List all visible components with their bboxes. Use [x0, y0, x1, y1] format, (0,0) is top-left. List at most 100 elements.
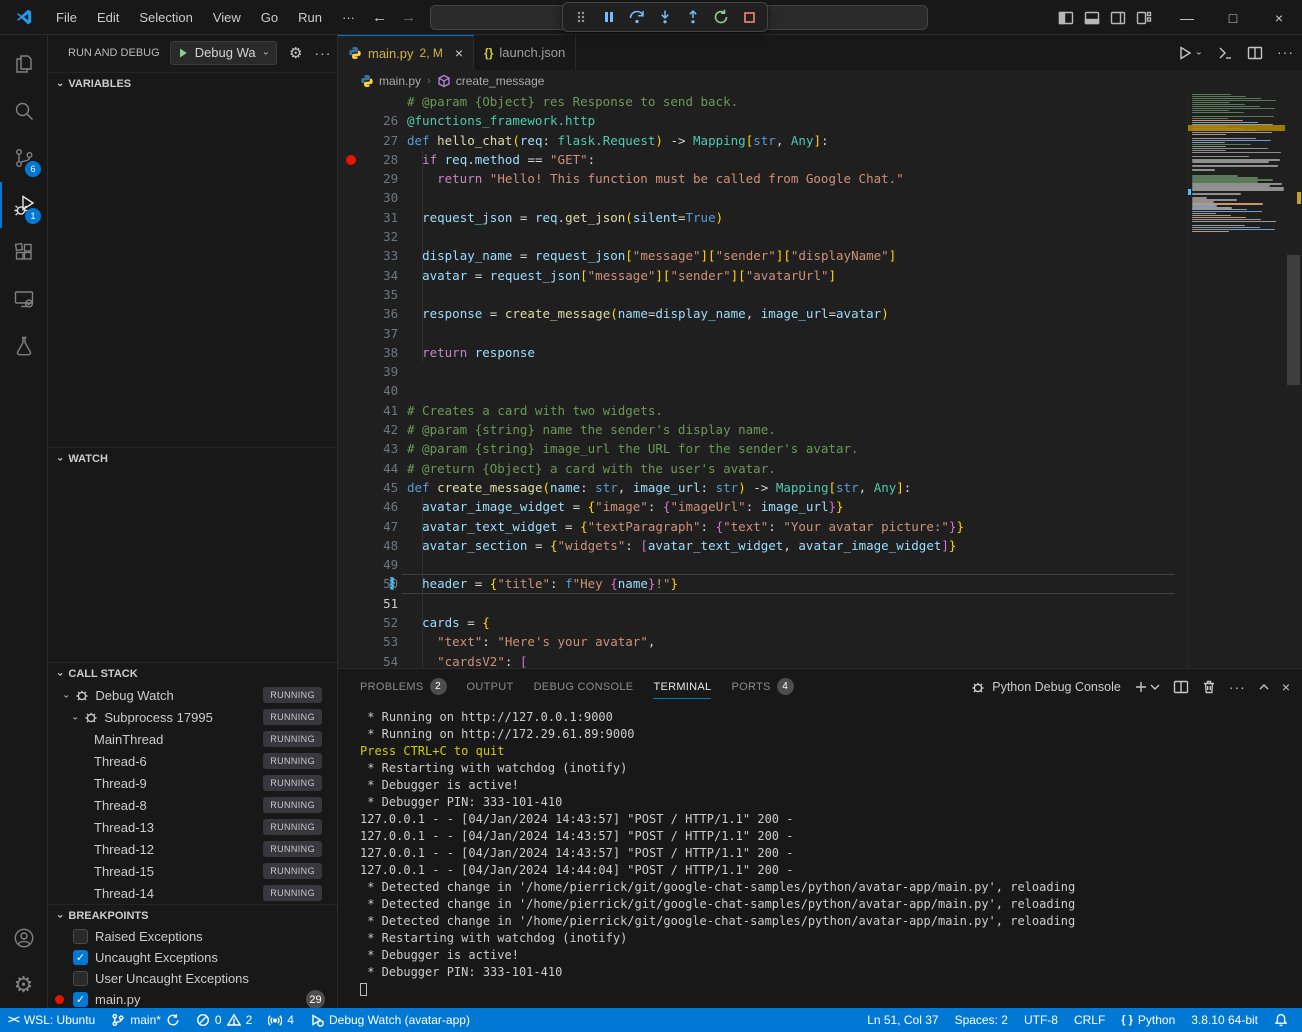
call-stack-row[interactable]: Thread-12 RUNNING: [48, 838, 337, 860]
line-number[interactable]: 28: [338, 131, 407, 150]
activity-source-control[interactable]: 6: [0, 135, 47, 181]
split-terminal-icon[interactable]: [1173, 679, 1189, 695]
line-number[interactable]: 37: [338, 304, 407, 323]
debug-config-dropdown[interactable]: Debug Wa ⌄: [170, 41, 277, 65]
line-number[interactable]: 51: [338, 574, 407, 593]
menu-selection[interactable]: Selection: [130, 7, 201, 28]
breakpoint-checkbox[interactable]: [73, 929, 88, 944]
status-item-spaces-2[interactable]: Spaces: 2: [947, 1008, 1016, 1032]
code-line[interactable]: 33: [338, 227, 1185, 246]
layout-panel-icon[interactable]: [1084, 10, 1100, 26]
stop-icon[interactable]: [737, 5, 761, 29]
code-line[interactable]: 49 avatar_section = {"widgets": [avatar_…: [338, 536, 1185, 555]
console-selector[interactable]: Python Debug Console: [970, 679, 1121, 695]
code-line[interactable]: 42 # Creates a card with two widgets.: [338, 401, 1185, 420]
code-line[interactable]: 41: [338, 381, 1185, 400]
code-line[interactable]: 38: [338, 324, 1185, 343]
watch-section-header[interactable]: ⌄ WATCH: [48, 447, 337, 469]
menu-go[interactable]: Go: [252, 7, 287, 28]
line-number[interactable]: 42: [338, 401, 407, 420]
code-line[interactable]: 37 response = create_message(name=displa…: [338, 304, 1185, 323]
line-number[interactable]: 55: [338, 652, 407, 668]
activity-run-and-debug[interactable]: 1: [0, 182, 47, 228]
line-number[interactable]: 52: [338, 594, 407, 613]
code-line[interactable]: 55 "cardsV2": [: [338, 652, 1185, 668]
line-number[interactable]: 40: [338, 362, 407, 381]
breakpoint-row[interactable]: ✓ Uncaught Exceptions: [48, 947, 337, 968]
code-line[interactable]: 31: [338, 188, 1185, 207]
step-over-icon[interactable]: [625, 5, 649, 29]
line-number[interactable]: 27: [338, 111, 407, 130]
code-line[interactable]: 40: [338, 362, 1185, 381]
line-number[interactable]: 43: [338, 420, 407, 439]
line-number[interactable]: 31: [338, 188, 407, 207]
breakpoint-row[interactable]: User Uncaught Exceptions: [48, 968, 337, 989]
line-number[interactable]: 53: [338, 613, 407, 632]
code-line[interactable]: 52: [338, 594, 1185, 613]
code-line[interactable]: 45 # @return {Object} a card with the us…: [338, 459, 1185, 478]
scrollbar-thumb[interactable]: [1287, 255, 1300, 385]
split-editor-icon[interactable]: [1247, 45, 1263, 61]
debug-settings-gear-icon[interactable]: ⚙: [289, 44, 302, 62]
tab-main-py[interactable]: main.py 2, M ×: [338, 35, 474, 70]
step-into-icon[interactable]: [653, 5, 677, 29]
code-line[interactable]: 34 display_name = request_json["message"…: [338, 246, 1185, 265]
code-line[interactable]: 27 @functions_framework.http: [338, 111, 1185, 130]
close-tab-icon[interactable]: ×: [455, 45, 463, 61]
breakpoint-row[interactable]: ✓ main.py 29: [48, 989, 337, 1010]
pause-icon[interactable]: [597, 5, 621, 29]
code-line[interactable]: 44 # @param {string} image_url the URL f…: [338, 439, 1185, 458]
status-item-error[interactable]: 0 2: [188, 1008, 260, 1032]
line-number[interactable]: 45: [338, 459, 407, 478]
status-item-ln-51-col-37[interactable]: Ln 51, Col 37: [859, 1008, 946, 1032]
line-number[interactable]: 34: [338, 246, 407, 265]
activity-accounts[interactable]: [0, 915, 47, 961]
call-stack-row[interactable]: Thread-9 RUNNING: [48, 772, 337, 794]
line-number[interactable]: 44: [338, 439, 407, 458]
back-icon[interactable]: ←: [372, 9, 387, 26]
activity-remote-explorer[interactable]: [0, 276, 47, 322]
line-number[interactable]: 41: [338, 381, 407, 400]
line-number[interactable]: 48: [338, 517, 407, 536]
line-number[interactable]: 47: [338, 497, 407, 516]
code-line[interactable]: 54 "text": "Here's your avatar",: [338, 632, 1185, 651]
breadcrumb-item[interactable]: main.py: [360, 74, 421, 88]
line-number[interactable]: 29: [338, 150, 407, 169]
code-line[interactable]: 47 avatar_image_widget = {"image": {"ima…: [338, 497, 1185, 516]
menu-run[interactable]: Run: [289, 7, 331, 28]
editor-scrollbar[interactable]: [1285, 92, 1302, 668]
close-panel-icon[interactable]: ×: [1282, 679, 1290, 695]
kill-terminal-icon[interactable]: [1201, 679, 1217, 695]
call-stack-row[interactable]: MainThread RUNNING: [48, 728, 337, 750]
call-stack-row[interactable]: Thread-8 RUNNING: [48, 794, 337, 816]
maximize-panel-icon[interactable]: [1258, 681, 1270, 693]
line-number[interactable]: 50: [338, 555, 407, 574]
status-item-crlf[interactable]: CRLF: [1066, 1008, 1113, 1032]
call-stack-row[interactable]: Thread-14 RUNNING: [48, 882, 337, 904]
new-terminal-icon[interactable]: [1133, 679, 1161, 695]
panel-tab-debug-console[interactable]: DEBUG CONSOLE: [524, 669, 644, 704]
panel-tab-ports[interactable]: PORTS 4: [721, 669, 803, 704]
layout-sidebar-right-icon[interactable]: [1110, 10, 1126, 26]
code-line[interactable]: 48 avatar_text_widget = {"textParagraph"…: [338, 517, 1185, 536]
panel-tab-problems[interactable]: PROBLEMS 2: [350, 669, 457, 704]
tab-launch-json[interactable]: {} launch.json: [474, 35, 576, 70]
step-out-icon[interactable]: [681, 5, 705, 29]
menu-edit[interactable]: Edit: [88, 7, 128, 28]
line-number[interactable]: 49: [338, 536, 407, 555]
code-line[interactable]: 43 # @param {string} name the sender's d…: [338, 420, 1185, 439]
line-number[interactable]: 36: [338, 285, 407, 304]
line-number[interactable]: 35: [338, 266, 407, 285]
close-button[interactable]: ×: [1256, 0, 1302, 35]
line-number[interactable]: 54: [338, 632, 407, 651]
call-stack-row[interactable]: Thread-6 RUNNING: [48, 750, 337, 772]
call-stack-row[interactable]: Thread-13 RUNNING: [48, 816, 337, 838]
status-item-git-branch[interactable]: main*: [103, 1008, 188, 1032]
activity-explorer[interactable]: [0, 41, 47, 87]
status-item-3-8-10-64-bit[interactable]: 3.8.10 64-bit: [1183, 1008, 1266, 1032]
run-or-debug-icon[interactable]: [1217, 45, 1233, 61]
code-line[interactable]: 36: [338, 285, 1185, 304]
minimize-button[interactable]: —: [1164, 0, 1210, 35]
call-stack-row[interactable]: ⌄ Subprocess 17995 RUNNING: [48, 706, 337, 728]
status-item-broadcast[interactable]: 4: [260, 1008, 302, 1032]
